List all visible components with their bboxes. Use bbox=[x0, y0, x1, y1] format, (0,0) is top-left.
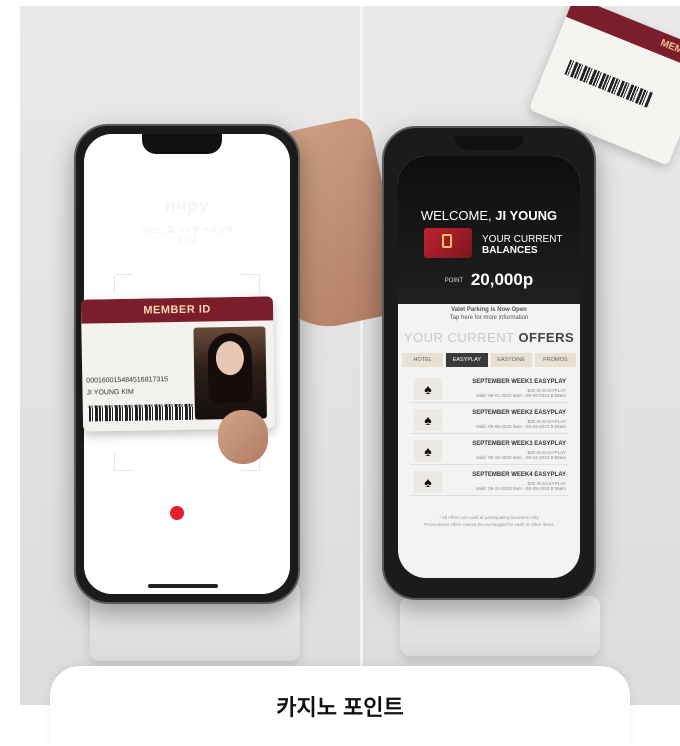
offer-item[interactable]: ♠ SEPTEMBER WEEK3 EASYPLAY $30 IN EASYPL… bbox=[410, 438, 568, 465]
tab-easydine[interactable]: EASYDINE bbox=[490, 353, 532, 367]
balances-line2: BALANCES bbox=[482, 245, 538, 256]
offers-title-light: YOUR CURRENT bbox=[403, 330, 515, 345]
scan-hint: QR코드를 사각형 안에 맞춰 주세요 bbox=[140, 226, 234, 245]
balances-label: YOUR CURRENT BALANCES bbox=[482, 234, 563, 256]
notch bbox=[142, 134, 222, 154]
offer-sub: $30 IN EASYPLAY Valid: 09-01-2023 9am - … bbox=[475, 388, 566, 398]
offer-sub: $30 IN EASYPLAY Valid: 09-22-2023 9am - … bbox=[475, 481, 566, 491]
offer-title: SEPTEMBER WEEK4 EASYPLAY bbox=[472, 472, 566, 478]
tab-hotel[interactable]: HOTEL bbox=[402, 353, 444, 367]
tab-promos[interactable]: PROMOS bbox=[534, 353, 576, 367]
card-header: MEMBER ID bbox=[80, 296, 274, 324]
footnote-line2: Promotional offers cannot be exchanged f… bbox=[424, 522, 554, 527]
thumb bbox=[218, 410, 268, 464]
home-indicator bbox=[148, 584, 218, 588]
points-value: 20,000p bbox=[470, 270, 534, 289]
offer-item[interactable]: ♠ SEPTEMBER WEEK2 EASYPLAY $30 IN EASYPL… bbox=[410, 407, 568, 434]
scan-frame-corner bbox=[114, 274, 133, 293]
offer-title: SEPTEMBER WEEK2 EASYPLAY bbox=[472, 410, 566, 416]
offers-title: YOUR CURRENT OFFERS bbox=[398, 330, 580, 345]
flying-card-header: MEMBER bbox=[566, 6, 680, 73]
offers-title-bold: OFFERS bbox=[518, 330, 575, 345]
welcome-prefix: WELCOME, bbox=[420, 208, 492, 223]
app-logo: nupy bbox=[164, 196, 210, 215]
bottom-sheet: 카지노 포인트 bbox=[50, 666, 630, 746]
points-label: POINT bbox=[444, 277, 464, 284]
spade-icon: ♠ bbox=[414, 440, 442, 462]
points-balance: POINT 20,000p bbox=[398, 270, 580, 290]
photo-divider bbox=[360, 6, 363, 705]
barcode bbox=[88, 403, 195, 422]
notch bbox=[454, 136, 524, 150]
casino-app-screen: WELCOME, JI YOUNG YOUR CURRENT BALANCES … bbox=[398, 156, 580, 578]
photo-background: nupy QR코드를 사각형 안에 맞춰 주세요 MEMBER ID 00016… bbox=[20, 6, 680, 705]
welcome-text: WELCOME, JI YOUNG bbox=[398, 208, 580, 223]
valet-banner[interactable]: Valet Parking is Now Open Tap here for m… bbox=[398, 306, 580, 322]
offer-sub: $30 IN EASYPLAY Valid: 09-08-2023 9am - … bbox=[475, 419, 566, 429]
balances-line1: YOUR CURRENT bbox=[482, 234, 563, 245]
sheet-title: 카지노 포인트 bbox=[276, 695, 404, 720]
phone-right: WELCOME, JI YOUNG YOUR CURRENT BALANCES … bbox=[382, 126, 596, 600]
spade-icon: ♠ bbox=[414, 471, 442, 493]
points-card-icon bbox=[424, 228, 472, 258]
offer-tabs: HOTEL EASYPLAY EASYDINE PROMOS bbox=[402, 353, 576, 367]
card-number: 000160015484516817315 bbox=[86, 376, 169, 385]
footnote-line1: * All offers are valid at participating … bbox=[439, 515, 539, 520]
card-name: JI YOUNG KIM bbox=[86, 388, 134, 397]
spade-icon: ♠ bbox=[414, 409, 442, 431]
member-photo bbox=[193, 326, 267, 420]
offers-footnote: * All offers are valid at participating … bbox=[398, 514, 580, 528]
phone-stand-right bbox=[400, 596, 600, 656]
offer-sub: $30 IN EASYPLAY Valid: 09-15-2023 9am - … bbox=[475, 450, 566, 460]
scan-frame-corner bbox=[114, 452, 133, 471]
tab-easyplay[interactable]: EASYPLAY bbox=[446, 353, 488, 367]
valet-sub: Tap here for more information bbox=[449, 315, 529, 321]
spade-icon: ♠ bbox=[414, 378, 442, 400]
offer-title: SEPTEMBER WEEK1 EASYPLAY bbox=[472, 379, 566, 385]
valet-title: Valet Parking is Now Open bbox=[451, 307, 527, 313]
offer-item[interactable]: ♠ SEPTEMBER WEEK1 EASYPLAY $30 IN EASYPL… bbox=[410, 376, 568, 403]
offer-title: SEPTEMBER WEEK3 EASYPLAY bbox=[472, 441, 566, 447]
offer-item[interactable]: ♠ SEPTEMBER WEEK4 EASYPLAY $30 IN EASYPL… bbox=[410, 469, 568, 496]
capture-button[interactable] bbox=[170, 506, 184, 520]
welcome-name: JI YOUNG bbox=[495, 208, 558, 223]
scan-frame-corner bbox=[241, 274, 260, 293]
barcode bbox=[564, 59, 654, 109]
